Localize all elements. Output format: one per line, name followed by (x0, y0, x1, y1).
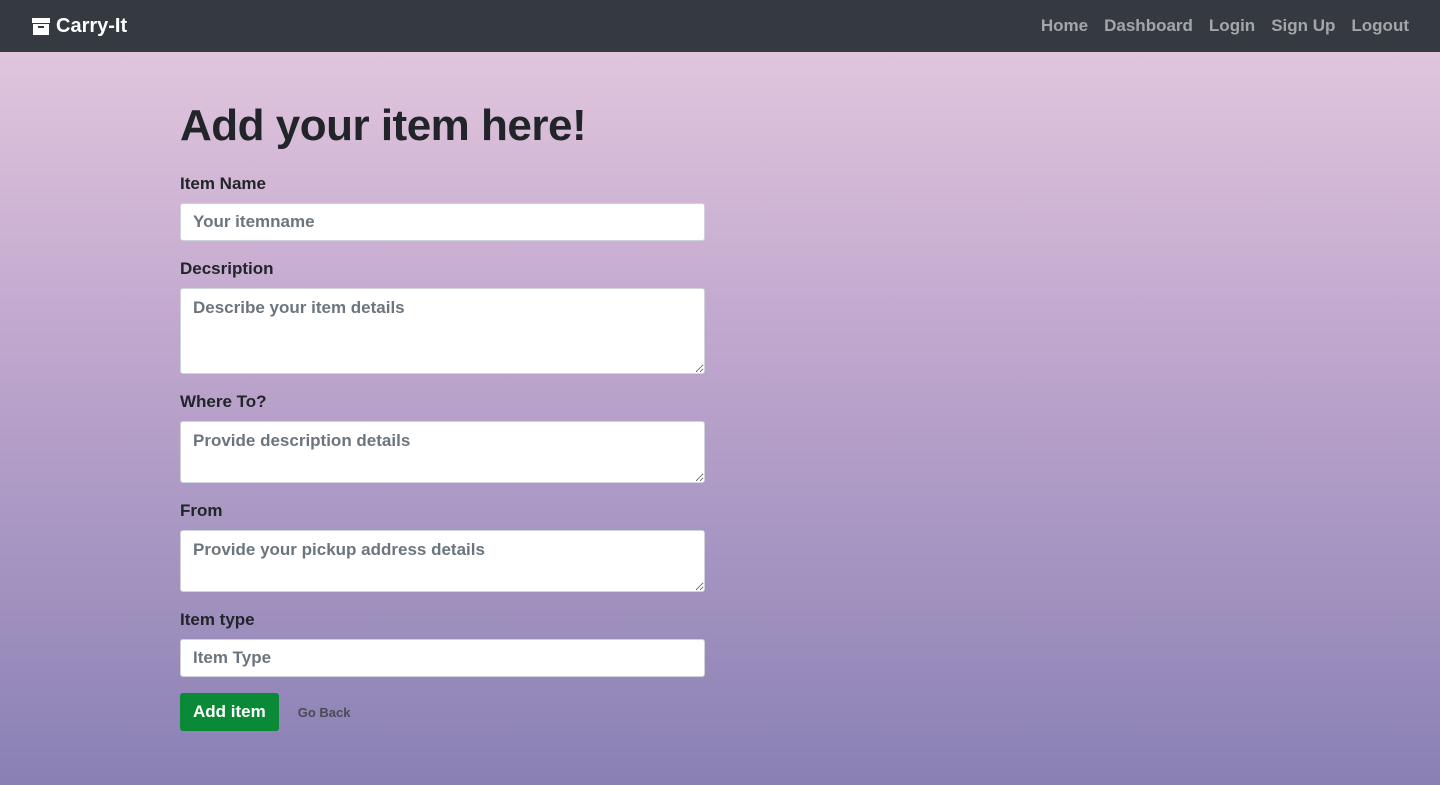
item-name-label: Item Name (180, 174, 266, 193)
from-textarea[interactable] (180, 530, 705, 592)
nav-link-home[interactable]: Home (1041, 16, 1088, 36)
nav-links: Home Dashboard Login Sign Up Logout (1041, 16, 1409, 36)
brand-name: Carry-It (56, 14, 128, 37)
go-back-link[interactable]: Go Back (298, 705, 351, 720)
from-label: From (180, 501, 223, 520)
item-type-label: Item type (180, 610, 255, 629)
from-group: From (180, 501, 705, 592)
where-to-textarea[interactable] (180, 421, 705, 483)
where-to-label: Where To? (180, 392, 267, 411)
add-item-form: Item Name Decsription Where To? From Ite… (180, 174, 705, 731)
brand-link[interactable]: Carry-It (32, 15, 127, 38)
page-title: Add your item here! (180, 101, 587, 150)
where-to-group: Where To? (180, 392, 705, 483)
archive-box-icon (32, 17, 50, 35)
nav-link-signup[interactable]: Sign Up (1271, 16, 1335, 36)
description-textarea[interactable] (180, 288, 705, 374)
add-item-form-container: Add your item here! Item Name Decsriptio… (180, 100, 705, 731)
nav-link-logout[interactable]: Logout (1351, 16, 1409, 36)
item-name-group: Item Name (180, 174, 705, 241)
form-actions: Add item Go Back (180, 693, 705, 731)
add-item-button[interactable]: Add item (180, 693, 279, 731)
nav-link-login[interactable]: Login (1209, 16, 1255, 36)
top-navbar: Carry-It Home Dashboard Login Sign Up Lo… (0, 0, 1440, 52)
nav-link-dashboard[interactable]: Dashboard (1104, 16, 1193, 36)
description-group: Decsription (180, 259, 705, 374)
item-type-input[interactable] (180, 639, 705, 677)
item-name-input[interactable] (180, 203, 705, 241)
description-label: Decsription (180, 259, 274, 278)
item-type-group: Item type (180, 610, 705, 677)
